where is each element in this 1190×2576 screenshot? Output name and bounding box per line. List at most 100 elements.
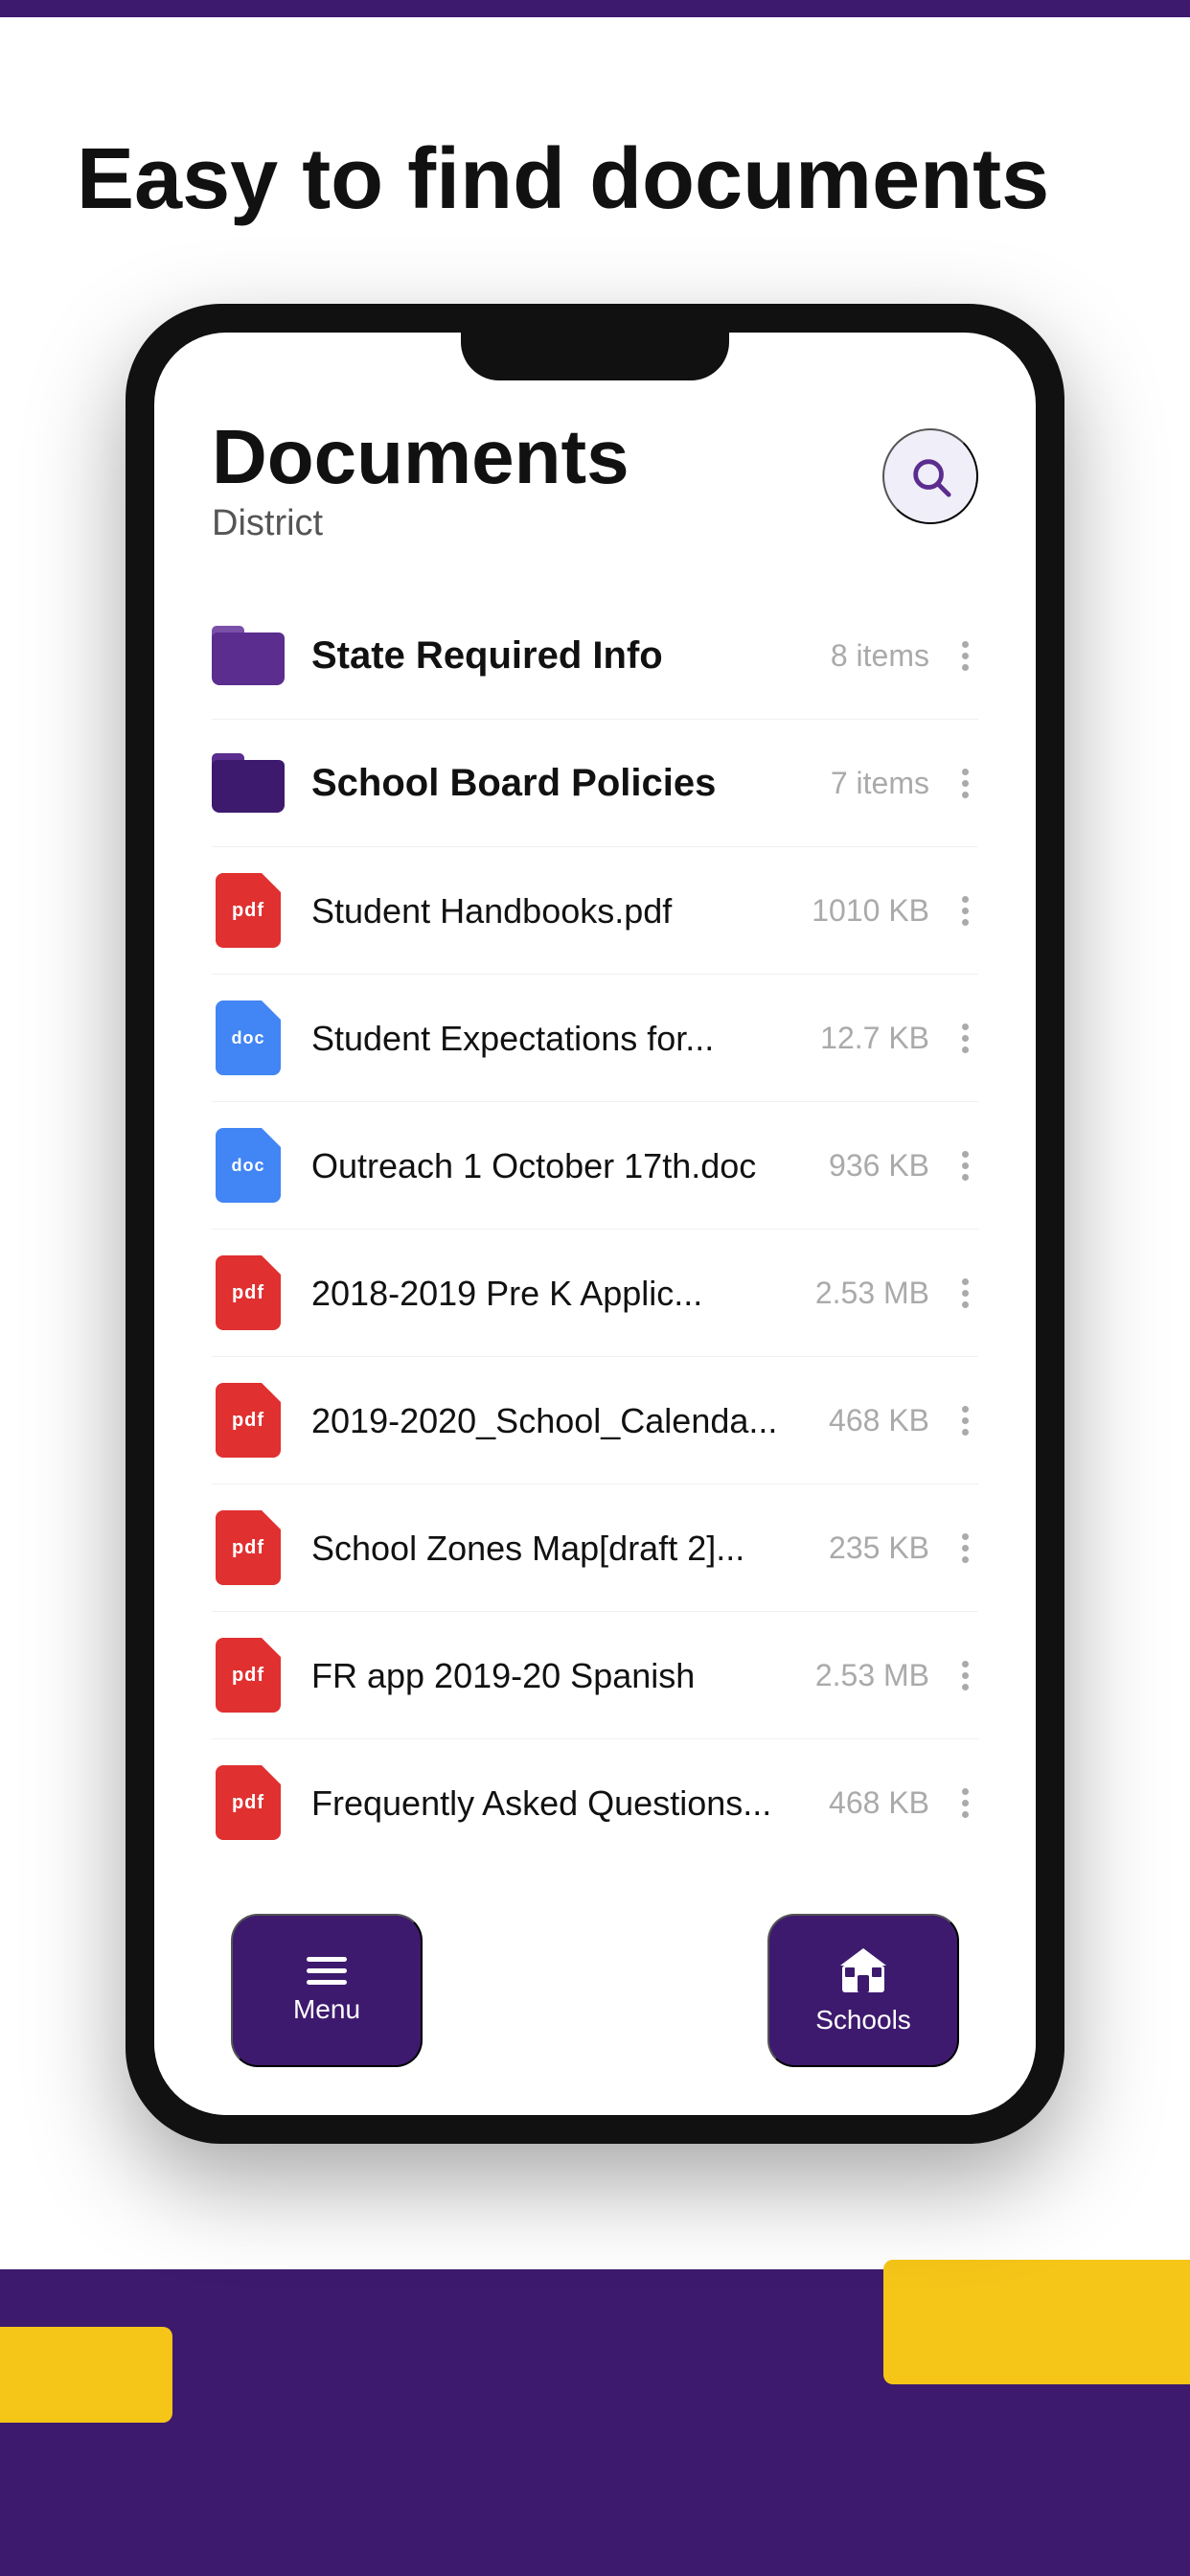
folder-name-state: State Required Info [311, 632, 831, 679]
pdf-label: pdf [232, 1282, 264, 1304]
file-name-0: Student Handbooks.pdf [311, 889, 812, 932]
more-options-file-4[interactable] [952, 1396, 978, 1445]
file-name-3: 2018-2019 Pre K Applic... [311, 1272, 815, 1315]
pdf-label: pdf [232, 900, 264, 922]
dot [962, 1174, 969, 1181]
dot [962, 1672, 969, 1679]
menu-line [307, 1980, 347, 1985]
dot [962, 1545, 969, 1552]
doc-icon: doc [216, 1128, 281, 1203]
dot [962, 1151, 969, 1158]
schools-label: Schools [815, 2005, 911, 2036]
more-options-file-7[interactable] [952, 1779, 978, 1828]
more-options-file-1[interactable] [952, 1014, 978, 1063]
more-options-file-5[interactable] [952, 1524, 978, 1573]
more-options-state[interactable] [952, 632, 978, 680]
pdf-icon: pdf [216, 1510, 281, 1585]
file-item-4[interactable]: pdf 2019-2020_School_Calenda...468 KB [212, 1357, 978, 1484]
pdf-label: pdf [232, 1665, 264, 1687]
file-size-7: 468 KB [829, 1785, 929, 1821]
folder-size-school: 7 items [831, 766, 929, 801]
dot [962, 1429, 969, 1436]
file-icon-5: pdf [212, 1511, 285, 1584]
dot [962, 1811, 969, 1818]
more-options-file-6[interactable] [952, 1651, 978, 1700]
dot [962, 1661, 969, 1668]
file-size-0: 1010 KB [812, 893, 929, 929]
dot [962, 780, 969, 787]
file-item-0[interactable]: pdf Student Handbooks.pdf1010 KB [212, 847, 978, 975]
file-item-5[interactable]: pdf School Zones Map[draft 2]...235 KB [212, 1484, 978, 1612]
dot [962, 1290, 969, 1297]
file-icon-0: pdf [212, 874, 285, 947]
file-size-4: 468 KB [829, 1403, 929, 1438]
page-hero-title: Easy to find documents [0, 17, 1190, 304]
file-icon-2: doc [212, 1129, 285, 1202]
file-size-6: 2.53 MB [815, 1658, 929, 1693]
top-bar [0, 0, 1190, 17]
file-size-3: 2.53 MB [815, 1276, 929, 1311]
search-button[interactable] [882, 428, 978, 524]
menu-label: Menu [293, 1994, 360, 2025]
dot [962, 641, 969, 648]
folder-icon-school [212, 747, 285, 819]
pdf-icon: pdf [216, 1255, 281, 1330]
more-options-file-0[interactable] [952, 886, 978, 935]
bottom-navigation: Menu Schools [154, 1885, 1036, 2115]
file-icon-4: pdf [212, 1384, 285, 1457]
more-options-file-2[interactable] [952, 1141, 978, 1190]
file-icon-3: pdf [212, 1256, 285, 1329]
file-icon-6: pdf [212, 1639, 285, 1712]
file-name-1: Student Expectations for... [311, 1017, 820, 1060]
dot [962, 1788, 969, 1795]
file-name-2: Outreach 1 October 17th.doc [311, 1144, 829, 1187]
menu-button[interactable]: Menu [231, 1914, 423, 2067]
dot [962, 769, 969, 775]
dot [962, 653, 969, 659]
dot [962, 792, 969, 798]
pdf-label: pdf [232, 1792, 264, 1814]
file-name-5: School Zones Map[draft 2]... [311, 1527, 829, 1570]
folder-name-school: School Board Policies [311, 759, 831, 807]
dot [962, 1406, 969, 1413]
folder-icon-state [212, 619, 285, 692]
screen-subtitle: District [212, 503, 629, 544]
phone-notch [461, 333, 729, 380]
file-item-2[interactable]: doc Outreach 1 October 17th.doc936 KB [212, 1102, 978, 1230]
search-icon [908, 454, 952, 498]
pdf-icon: pdf [216, 1638, 281, 1713]
yellow-accent-right [883, 2260, 1190, 2384]
menu-icon [307, 1957, 347, 1985]
doc-icon: doc [216, 1000, 281, 1075]
file-item-6[interactable]: pdf FR app 2019-20 Spanish2.53 MB [212, 1612, 978, 1739]
file-item-1[interactable]: doc Student Expectations for...12.7 KB [212, 975, 978, 1102]
pdf-icon: pdf [216, 1765, 281, 1840]
phone-screen: Documents District [154, 333, 1036, 2115]
folder-size-state: 8 items [831, 638, 929, 674]
dot [962, 1800, 969, 1806]
dot [962, 1533, 969, 1540]
file-size-1: 12.7 KB [820, 1021, 929, 1056]
dot [962, 919, 969, 926]
phone-frame: Documents District [126, 304, 1064, 2144]
dot [962, 1278, 969, 1285]
menu-line [307, 1957, 347, 1962]
file-item-7[interactable]: pdf Frequently Asked Questions...468 KB [212, 1739, 978, 1866]
more-options-file-3[interactable] [952, 1269, 978, 1318]
pdf-icon: pdf [216, 1383, 281, 1458]
folder-item-state-required[interactable]: State Required Info 8 items [212, 592, 978, 720]
more-options-school[interactable] [952, 759, 978, 808]
schools-button[interactable]: Schools [767, 1914, 959, 2067]
schools-icon [838, 1946, 888, 1995]
file-item-3[interactable]: pdf 2018-2019 Pre K Applic...2.53 MB [212, 1230, 978, 1357]
dot [962, 1046, 969, 1053]
folder-item-school-board[interactable]: School Board Policies 7 items [212, 720, 978, 847]
yellow-accent-left [0, 2327, 172, 2423]
folder-body [212, 632, 285, 685]
file-icon-7: pdf [212, 1766, 285, 1839]
dot [962, 1684, 969, 1690]
dot [962, 1417, 969, 1424]
pdf-label: pdf [232, 1537, 264, 1559]
dot [962, 664, 969, 671]
doc-label: doc [231, 1156, 264, 1176]
